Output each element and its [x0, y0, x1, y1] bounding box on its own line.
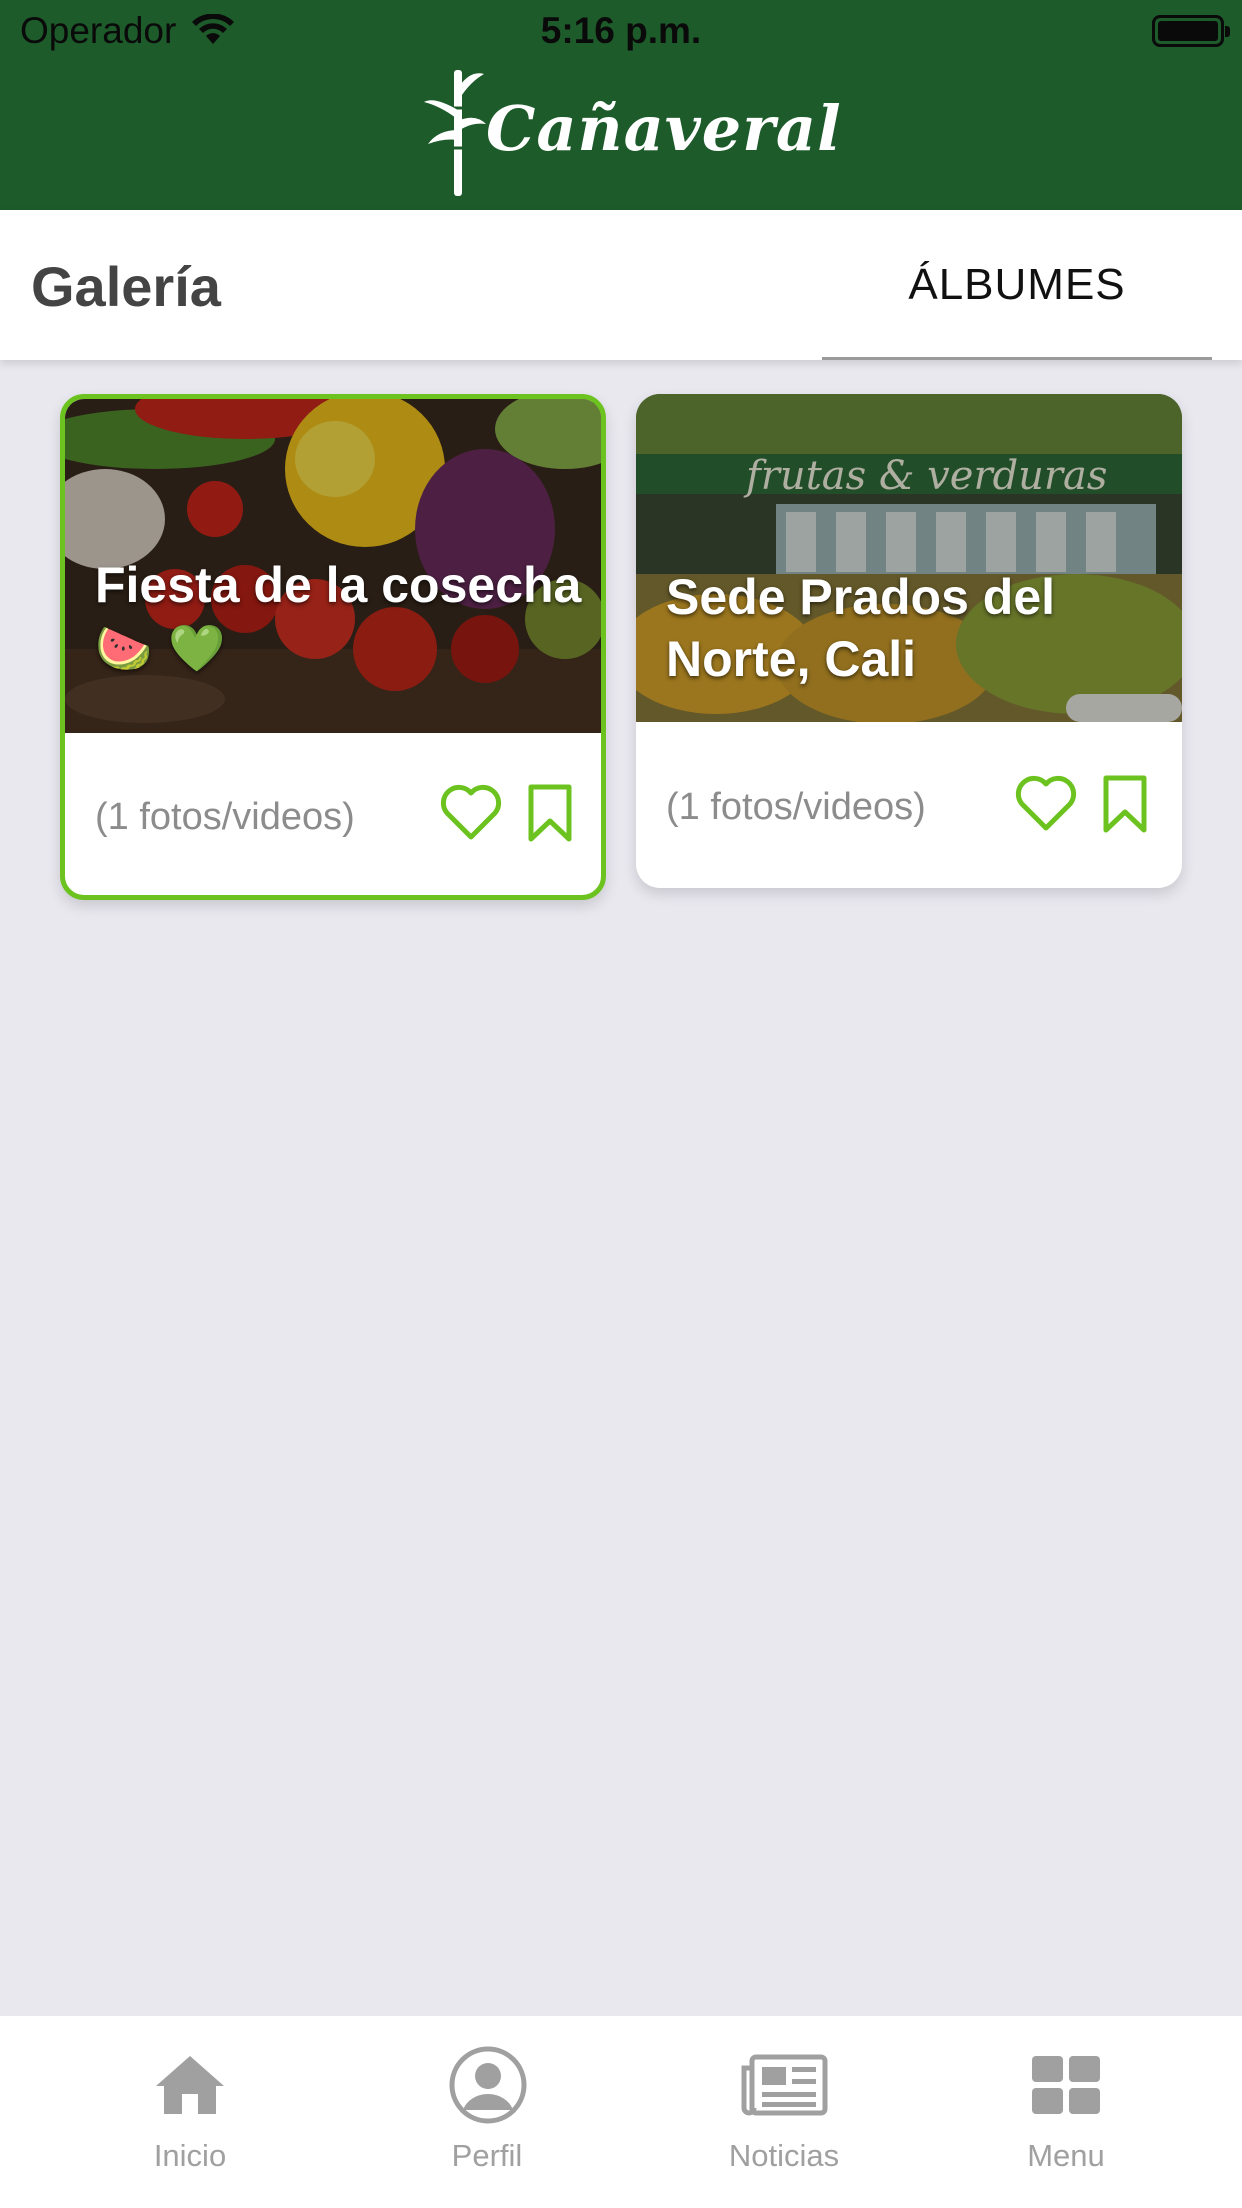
bookmark-icon[interactable] [1100, 774, 1150, 839]
clock: 5:16 p.m. [540, 10, 702, 51]
nav-item-noticias[interactable]: Noticias [659, 2016, 909, 2208]
profile-icon [449, 2046, 527, 2124]
nav-item-perfil[interactable]: Perfil [362, 2016, 612, 2208]
nav-label: Noticias [728, 2138, 840, 2173]
heart-icon[interactable] [439, 783, 503, 848]
grid-icon [1032, 2056, 1100, 2114]
album-card[interactable]: frutas & verduras Sede Prados del Norte,… [636, 394, 1182, 888]
album-emoji: 🍉 💚 [95, 621, 226, 675]
album-title: Sede Prados del Norte, Cali [666, 569, 1056, 687]
sugarcane-icon [424, 70, 486, 196]
nav-item-inicio[interactable]: Inicio [65, 2016, 315, 2208]
nav-item-menu[interactable]: Menu [941, 2016, 1191, 2208]
album-count: (1 fotos/videos) [666, 786, 926, 828]
tab-albums-label: ÁLBUMES [908, 260, 1126, 309]
brand-logo: Cañaveral [420, 60, 842, 210]
app-header: Cañaveral [0, 60, 1242, 210]
newspaper-icon [741, 2054, 828, 2116]
heart-icon[interactable] [1014, 774, 1078, 839]
nav-label: Menu [1027, 2138, 1105, 2173]
album-cover-image: frutas & verduras Sede Prados del Norte,… [636, 394, 1182, 722]
bottom-nav: Inicio Perfil Noticias Menu [0, 2016, 1242, 2208]
album-count: (1 fotos/videos) [95, 796, 355, 838]
brand-name: Cañaveral [486, 92, 842, 165]
nav-label: Inicio [153, 2138, 227, 2173]
tab-albums[interactable]: ÁLBUMES [822, 210, 1212, 360]
album-title: Fiesta de la cosecha [95, 557, 582, 613]
album-card[interactable]: Fiesta de la cosecha 🍉 💚 (1 fotos/videos… [60, 394, 606, 900]
battery-icon [1152, 15, 1230, 47]
nav-label: Perfil [451, 2138, 523, 2173]
gallery-header: Galería ÁLBUMES [0, 210, 1242, 360]
home-icon [156, 2056, 224, 2114]
status-bar: Operador 5:16 p.m. [0, 0, 1242, 60]
bookmark-icon[interactable] [525, 783, 575, 848]
album-cover-image: Fiesta de la cosecha 🍉 💚 [65, 399, 601, 733]
page-title: Galería [31, 255, 221, 318]
